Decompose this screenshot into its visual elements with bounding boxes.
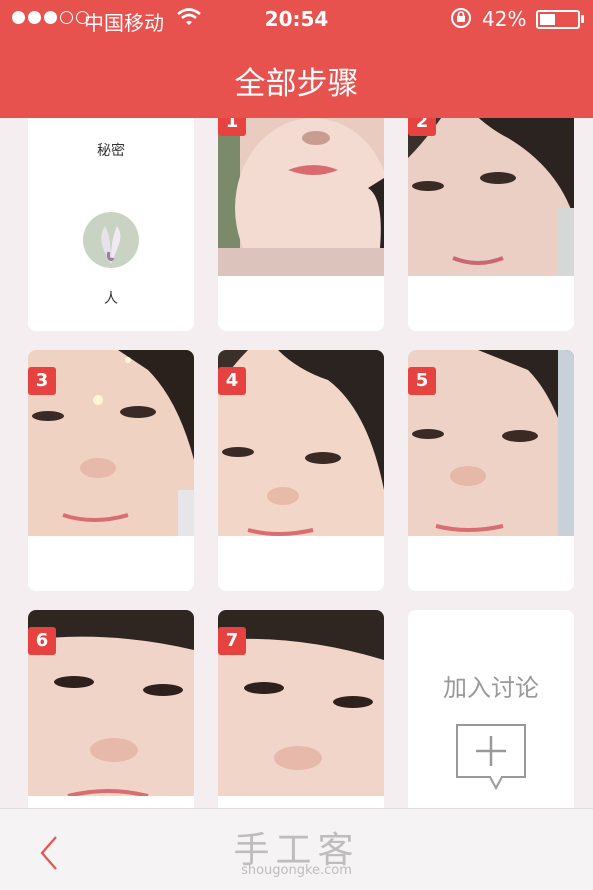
steps-grid: 秘密 人 1 2 3 4 5 6 7 加入讨论	[0, 118, 593, 808]
step-photo-image	[408, 118, 574, 276]
bottom-bar: 手工客 shougongke.com	[0, 808, 593, 890]
intro-card[interactable]: 秘密 人	[28, 118, 194, 331]
step-photo[interactable]: 1	[218, 118, 384, 276]
step-card[interactable]: 5	[408, 350, 574, 591]
header-bar: 中国移动 20:54 42% 全部步骤	[0, 0, 593, 118]
step-photo[interactable]: 3	[28, 350, 194, 536]
battery-percent: 42%	[482, 7, 527, 31]
step-card[interactable]: 7	[218, 610, 384, 808]
step-photo[interactable]: 4	[218, 350, 384, 536]
orientation-lock-icon	[451, 8, 471, 28]
step-number-badge: 7	[218, 627, 246, 655]
step-number-badge: 3	[28, 367, 56, 395]
step-photo[interactable]: 2	[408, 118, 574, 276]
step-photo[interactable]: 7	[218, 610, 384, 796]
avatar[interactable]	[83, 212, 139, 268]
step-photo[interactable]: 6	[28, 610, 194, 796]
step-photo[interactable]: 5	[408, 350, 574, 536]
step-photo-image	[218, 118, 384, 276]
join-discussion-card[interactable]: 加入讨论	[408, 610, 574, 808]
page-title: 全部步骤	[234, 66, 359, 102]
step-card[interactable]: 4	[218, 350, 384, 591]
battery-icon	[536, 10, 580, 29]
step-card[interactable]: 6	[28, 610, 194, 808]
battery-level	[540, 14, 555, 25]
watermark-domain: shougongke.com	[241, 863, 352, 878]
join-discussion-label: 加入讨论	[443, 674, 539, 702]
step-card[interactable]: 3	[28, 350, 194, 591]
step-number-badge: 5	[408, 367, 436, 395]
step-number-badge: 6	[28, 627, 56, 655]
step-number-badge: 1	[218, 118, 246, 136]
add-comment-icon[interactable]	[454, 722, 528, 794]
battery-terminal	[581, 15, 584, 23]
step-number-badge: 2	[408, 118, 436, 136]
author-name: 人	[104, 291, 118, 307]
step-number-badge: 4	[218, 367, 246, 395]
step-card[interactable]: 1	[218, 118, 384, 331]
step-card[interactable]: 2	[408, 118, 574, 331]
status-bar: 中国移动 20:54 42%	[0, 0, 593, 38]
intro-label: 秘密	[97, 143, 125, 159]
